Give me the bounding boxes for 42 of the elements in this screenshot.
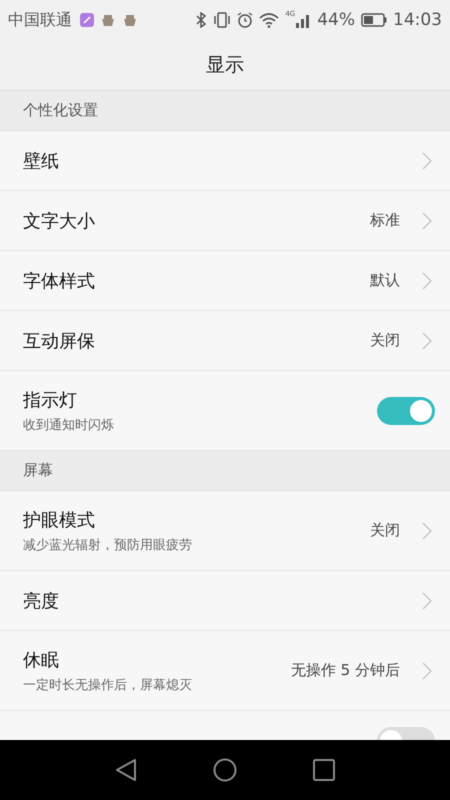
setting-label: 护眼模式 (23, 508, 96, 532)
setting-value: 关闭 (370, 521, 400, 540)
chevron-right-icon (422, 212, 432, 230)
wifi-icon (259, 12, 280, 28)
home-icon[interactable] (213, 758, 237, 782)
carrier-name: 中国联通 (8, 10, 72, 30)
back-icon[interactable] (115, 758, 137, 782)
setting-value: 关闭 (370, 331, 400, 350)
setting-description: 收到通知时闪烁 (23, 416, 115, 434)
cup-icon (122, 13, 138, 27)
vibrate-icon (213, 12, 232, 28)
setting-value: 标准 (370, 211, 400, 230)
setting-label: 指示灯 (23, 388, 78, 412)
app-notification-icon (80, 13, 94, 27)
cup-icon (100, 13, 116, 27)
bluetooth-icon (195, 12, 208, 28)
setting-label: 互动屏保 (23, 330, 96, 352)
chevron-right-icon (422, 332, 432, 350)
battery-icon (361, 13, 387, 27)
chevron-right-icon (422, 662, 432, 680)
battery-percent: 44% (317, 10, 355, 30)
alarm-icon (237, 12, 254, 28)
setting-value: 默认 (370, 271, 400, 290)
setting-label: 文字大小 (23, 210, 96, 232)
setting-description: 减少蓝光辐射，预防用眼疲劳 (23, 536, 193, 554)
chevron-right-icon (422, 522, 432, 540)
setting-label: 亮度 (23, 590, 60, 612)
section-header: 个性化设置 (0, 91, 450, 131)
setting-value: 无操作 5 分钟后 (290, 661, 400, 680)
chevron-right-icon (422, 592, 432, 610)
clock: 14:03 (393, 10, 442, 30)
setting-label: 休眠 (23, 648, 60, 672)
setting-label: 字体样式 (23, 270, 96, 292)
recent-apps-icon[interactable] (313, 759, 335, 781)
toggle-switch[interactable] (377, 396, 435, 424)
chevron-right-icon (422, 272, 432, 290)
setting-description: 一定时长无操作后，屏幕熄灭 (23, 676, 193, 694)
signal-icon (295, 12, 312, 28)
setting-label: 壁纸 (23, 150, 60, 172)
section-header: 屏幕 (0, 451, 450, 491)
page-title: 显示 (206, 53, 244, 78)
chevron-right-icon (422, 152, 432, 170)
